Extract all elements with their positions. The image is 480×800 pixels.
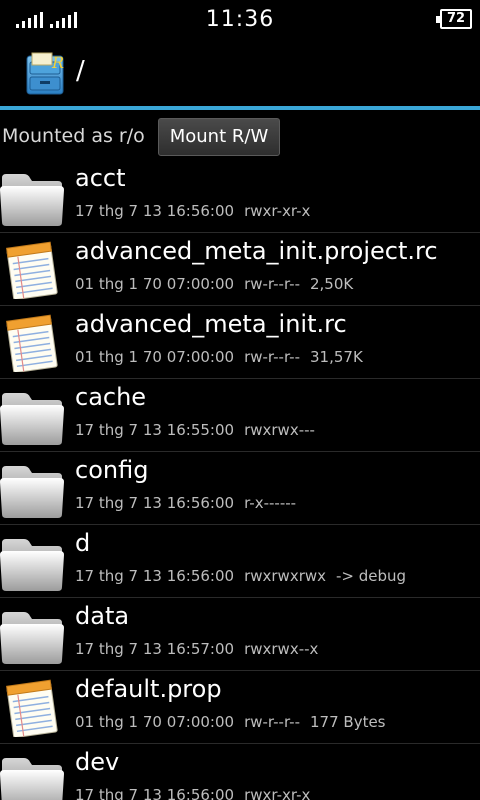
file-meta: 17 thg 7 13 16:56:00 rwxr-xr-x [75, 202, 320, 220]
file-extra: 177 Bytes [310, 713, 386, 731]
file-list-item[interactable]: data 17 thg 7 13 16:57:00 rwxrwx--x [0, 598, 480, 671]
file-date: 17 thg 7 13 16:56:00 [75, 567, 235, 585]
file-name: acct [75, 164, 126, 192]
folder-icon [0, 758, 64, 800]
title-bar: R / [0, 38, 480, 106]
file-list-item[interactable]: d 17 thg 7 13 16:56:00 rwxrwxrwx -> debug [0, 525, 480, 598]
mount-bar: Mounted as r/o Mount R/W [0, 110, 480, 160]
file-manager-app-icon[interactable]: R [24, 52, 68, 96]
file-list-item[interactable]: advanced_meta_init.rc 01 thg 1 70 07:00:0… [0, 306, 480, 379]
file-extra: -> debug [336, 567, 407, 585]
file-name: config [75, 456, 149, 484]
mount-status-label: Mounted as r/o [2, 125, 145, 147]
mount-rw-button[interactable]: Mount R/W [158, 118, 280, 156]
file-perms: rwxrwxrwx [244, 567, 327, 585]
text-file-icon [6, 314, 58, 372]
file-name: data [75, 602, 130, 630]
file-perms: r-x------ [244, 494, 297, 512]
file-meta: 17 thg 7 13 16:55:00 rwxrwx--- [75, 421, 325, 439]
status-clock: 11:36 [205, 7, 275, 32]
file-meta: 17 thg 7 13 16:56:00 rwxrwxrwx -> debug [75, 567, 416, 585]
file-date: 01 thg 1 70 07:00:00 [75, 713, 235, 731]
file-date: 17 thg 7 13 16:56:00 [75, 494, 235, 512]
file-list-item[interactable]: default.prop 01 thg 1 70 07:00:00 rw-r--r-… [0, 671, 480, 744]
file-meta: 17 thg 7 13 16:57:00 rwxrwx--x [75, 640, 328, 658]
file-perms: rw-r--r-- [244, 275, 300, 293]
file-perms: rwxr-xr-x [244, 202, 311, 220]
file-list-item[interactable]: acct 17 thg 7 13 16:56:00 rwxr-xr-x [0, 160, 480, 233]
file-perms: rwxrwx--x [244, 640, 319, 658]
battery-icon: 72 [436, 9, 472, 29]
text-file-icon [6, 679, 58, 737]
folder-icon [0, 612, 64, 664]
file-list-item[interactable]: cache 17 thg 7 13 16:55:00 rwxrwx--- [0, 379, 480, 452]
folder-icon [0, 393, 64, 445]
file-name: default.prop [75, 675, 222, 703]
file-name: d [75, 529, 91, 557]
file-date: 17 thg 7 13 16:56:00 [75, 202, 235, 220]
file-date: 01 thg 1 70 07:00:00 [75, 348, 235, 366]
file-meta: 01 thg 1 70 07:00:00 rw-r--r-- 2,50K [75, 275, 363, 293]
file-perms: rw-r--r-- [244, 348, 300, 366]
folder-icon [0, 539, 64, 591]
file-list-item[interactable]: dev 17 thg 7 13 16:56:00 rwxr-xr-x [0, 744, 480, 800]
folder-icon [0, 174, 64, 226]
file-perms: rwxr-xr-x [244, 786, 311, 800]
file-extra: 2,50K [310, 275, 354, 293]
file-name: advanced_meta_init.project.rc [75, 237, 438, 265]
file-list: acct 17 thg 7 13 16:56:00 rwxr-xr-x advanc… [0, 160, 480, 800]
svg-text:R: R [51, 53, 64, 72]
file-extra: 31,57K [310, 348, 363, 366]
status-bar: 11:36 72 [0, 0, 480, 38]
file-list-item[interactable]: advanced_meta_init.project.rc 01 thg 1 70… [0, 233, 480, 306]
file-date: 17 thg 7 13 16:56:00 [75, 786, 235, 800]
file-date: 01 thg 1 70 07:00:00 [75, 275, 235, 293]
file-name: advanced_meta_init.rc [75, 310, 347, 338]
file-name: cache [75, 383, 147, 411]
file-list-item[interactable]: config 17 thg 7 13 16:56:00 r-x------ [0, 452, 480, 525]
folder-icon [0, 466, 64, 518]
file-date: 17 thg 7 13 16:55:00 [75, 421, 235, 439]
file-date: 17 thg 7 13 16:57:00 [75, 640, 235, 658]
file-perms: rw-r--r-- [244, 713, 300, 731]
file-meta: 01 thg 1 70 07:00:00 rw-r--r-- 177 Bytes [75, 713, 396, 731]
file-perms: rwxrwx--- [244, 421, 315, 439]
text-file-icon [6, 241, 58, 299]
file-meta: 17 thg 7 13 16:56:00 r-x------ [75, 494, 306, 512]
file-meta: 01 thg 1 70 07:00:00 rw-r--r-- 31,57K [75, 348, 373, 366]
current-path: / [76, 56, 85, 86]
file-meta: 17 thg 7 13 16:56:00 rwxr-xr-x [75, 786, 320, 800]
file-name: dev [75, 748, 120, 776]
